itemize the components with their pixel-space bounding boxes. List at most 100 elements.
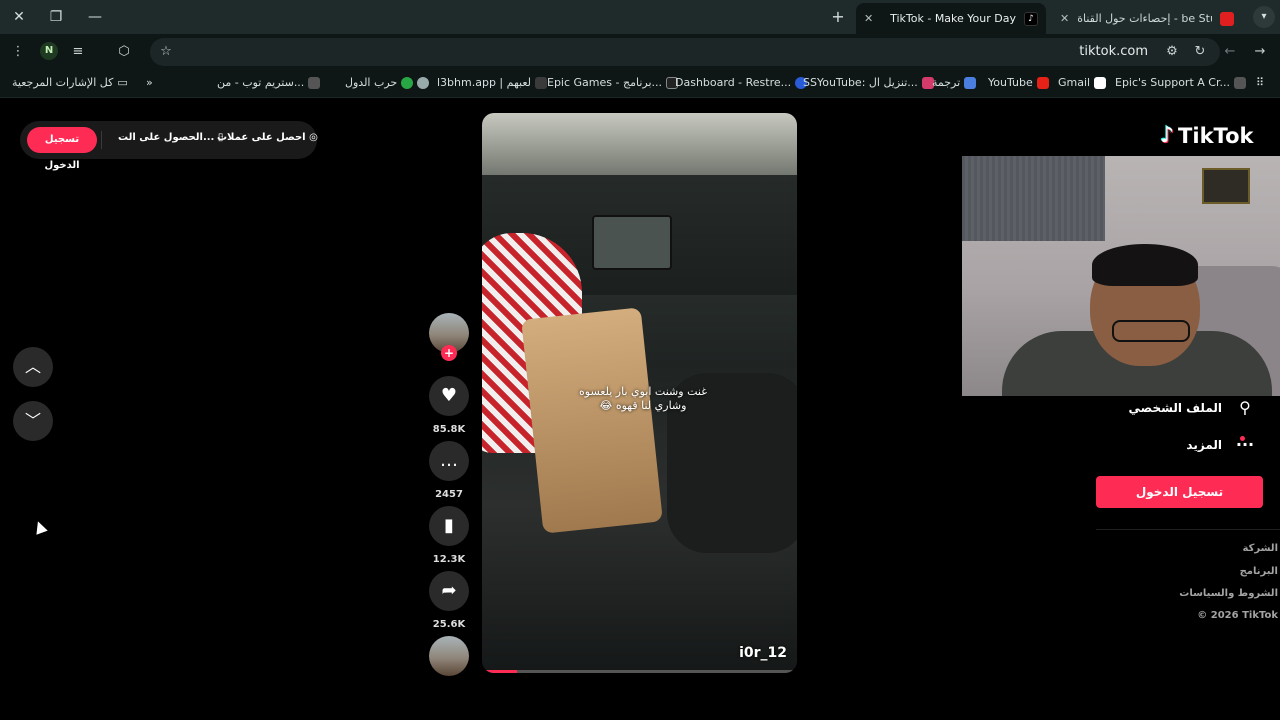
follow-plus-icon[interactable]: + [441, 345, 457, 361]
get-coins-label: احصل على عملات [217, 132, 306, 143]
bookmark-label: ترجمة [932, 76, 961, 89]
bookmark-label: ستريم توب - من... [217, 76, 305, 89]
footer-copyright: © 2026 TikTok [1197, 610, 1278, 621]
bookmark-label: كل الإشارات المرجعية [12, 76, 114, 89]
heart-icon[interactable]: ♥ [429, 376, 469, 416]
bookmark-item[interactable]: SSYouTube: تنزيل ال... [803, 76, 934, 89]
login-button[interactable]: تسجيل الدخول [27, 127, 97, 171]
tab-title: إحصاءات حول القناة - be Studio [1077, 12, 1212, 25]
webcam-acoustic-panel [962, 156, 1105, 241]
url-text: tiktok.com [1079, 44, 1148, 59]
sidebar-item-more[interactable]: المزيد ··· [1186, 435, 1256, 454]
bookmark-item[interactable]: Epic Games - برنامج... [547, 76, 679, 89]
apps-icon[interactable]: ⠿ [1256, 76, 1264, 89]
site-icon [308, 76, 321, 89]
close-icon[interactable]: ✕ [8, 6, 30, 28]
get-app-label: الحصول على الت... [118, 132, 215, 143]
site-icon [1233, 76, 1246, 89]
save-action[interactable]: ▮ 12.3K [429, 506, 469, 565]
webcam-person-hair [1092, 244, 1198, 286]
extensions-icon[interactable]: ⬡ [114, 42, 134, 62]
profile-avatar[interactable]: N [40, 42, 58, 60]
site-icon [401, 76, 414, 89]
bookmark-all[interactable]: كل الإشارات المرجعية ▭ [12, 76, 128, 89]
sidebar-item-profile[interactable]: الملف الشخصي ⚲ [1129, 398, 1256, 417]
restore-icon[interactable]: ❐ [45, 6, 67, 28]
tab-close-icon[interactable]: ✕ [1060, 12, 1069, 25]
footer-link-company[interactable]: الشركة [1243, 543, 1278, 554]
bookmark-item[interactable]: ستريم توب - من... [217, 76, 321, 89]
tab-tiktok[interactable]: ✕ TikTok - Make Your Day ♪ [856, 3, 1046, 34]
gmail-icon [1094, 76, 1107, 89]
get-coins-button[interactable]: احصل على عملات ◎ [217, 132, 318, 143]
person-icon: ⚲ [1239, 398, 1251, 417]
previous-video-button[interactable]: ︿ [13, 347, 53, 387]
minimize-icon[interactable]: — [84, 6, 106, 28]
tab-youtube-studio[interactable]: ✕ إحصاءات حول القناة - be Studio [1052, 3, 1242, 34]
globe-icon [417, 76, 430, 89]
translate-icon [964, 76, 977, 89]
divider [1096, 529, 1280, 530]
video-frame-bag [521, 307, 663, 534]
video-username[interactable]: i0r_12 [739, 645, 787, 661]
bookmark-item[interactable]: YouTube [988, 76, 1049, 89]
bookmark-item[interactable]: Epic's Support A Cr... [1115, 76, 1246, 89]
music-disc-avatar[interactable] [429, 636, 469, 676]
video-caption: غنت وشنت ابوي بار يلعسوه وشاري لنا قهوه … [579, 385, 707, 412]
video-player[interactable]: غنت وشنت ابوي بار يلعسوه وشاري لنا قهوه … [482, 113, 797, 673]
browser-tab-bar: ✕ ❐ — + ✕ TikTok - Make Your Day ♪ ✕ إحص… [0, 0, 1280, 34]
sidebar-login-button[interactable]: تسجيل الدخول [1096, 476, 1263, 508]
bookmark-label: Gmail [1058, 76, 1091, 89]
forward-icon[interactable]: → [1250, 42, 1270, 62]
media-icon[interactable]: ≡ [68, 42, 88, 62]
bookmark-item[interactable]: Gmail [1058, 76, 1107, 89]
address-bar[interactable]: ☆ tiktok.com ⚙ [150, 38, 1220, 66]
share-action[interactable]: ➦ 25.6K [429, 571, 469, 630]
next-video-button[interactable]: ﹀ [13, 401, 53, 441]
webcam-overlay [962, 156, 1280, 396]
bookmark-label: Dashboard - Restre... [675, 76, 792, 89]
tiktok-logo[interactable]: ♪ TikTok [1160, 123, 1253, 148]
get-app-button[interactable]: الحصول على الت... ▯ [118, 132, 223, 143]
webcam-person-glasses [1112, 320, 1190, 342]
reload-icon[interactable]: ↻ [1190, 42, 1210, 62]
bookmark-item[interactable]: Dashboard - Restre... [675, 76, 808, 89]
share-icon[interactable]: ➦ [429, 571, 469, 611]
bookmark-icon[interactable]: ▮ [429, 506, 469, 546]
browser-toolbar: ⋮ N ≡ ⬡ ☆ tiktok.com ⚙ ↻ ← → [0, 34, 1280, 70]
comment-action[interactable]: … 2457 [429, 441, 469, 500]
bookmark-item[interactable]: حرب الدول [345, 76, 430, 89]
video-progress-fill [482, 670, 517, 673]
bookmark-label: l3bhm.app | لعبهم [437, 76, 532, 89]
footer-link-program[interactable]: البرنامج [1240, 566, 1278, 577]
comment-icon[interactable]: … [429, 441, 469, 481]
save-count: 12.3K [432, 554, 466, 565]
video-frame-screen [592, 215, 672, 270]
tab-title: TikTok - Make Your Day [890, 12, 1016, 25]
youtube-icon [1036, 76, 1049, 89]
top-actions-bar: تسجيل الدخول الحصول على الت... ▯ احصل عل… [20, 121, 318, 171]
site-settings-icon[interactable]: ⚙ [1162, 42, 1182, 62]
tab-search-icon[interactable]: ▾ [1253, 6, 1275, 28]
youtube-studio-favicon-icon [1220, 11, 1234, 26]
chevron-double-icon[interactable]: » [146, 76, 153, 89]
bookmark-item[interactable]: ترجمة [932, 76, 977, 89]
new-tab-icon[interactable]: + [829, 8, 847, 26]
menu-icon[interactable]: ⋮ [8, 42, 28, 62]
bookmark-item[interactable]: l3bhm.app | لعبهم [437, 76, 548, 89]
sidebar-item-label: المزيد [1186, 437, 1222, 452]
star-icon[interactable]: ☆ [156, 42, 176, 62]
site-icon [535, 76, 548, 89]
footer-link-terms[interactable]: الشروط والسياسات [1179, 588, 1278, 599]
tab-close-icon[interactable]: ✕ [864, 12, 873, 25]
chevron-up-icon: ︿ [24, 357, 41, 376]
bookmark-label: Epic Games - برنامج... [547, 76, 663, 89]
bookmark-label: Epic's Support A Cr... [1115, 76, 1230, 89]
folder-icon: ▭ [117, 76, 128, 89]
bookmark-label: SSYouTube: تنزيل ال... [803, 76, 918, 89]
back-icon[interactable]: ← [1220, 42, 1240, 62]
divider [101, 131, 102, 149]
bookmark-label: حرب الدول [345, 76, 398, 89]
video-progress-bar[interactable] [482, 670, 797, 673]
like-action[interactable]: ♥ 85.8K [429, 376, 469, 435]
